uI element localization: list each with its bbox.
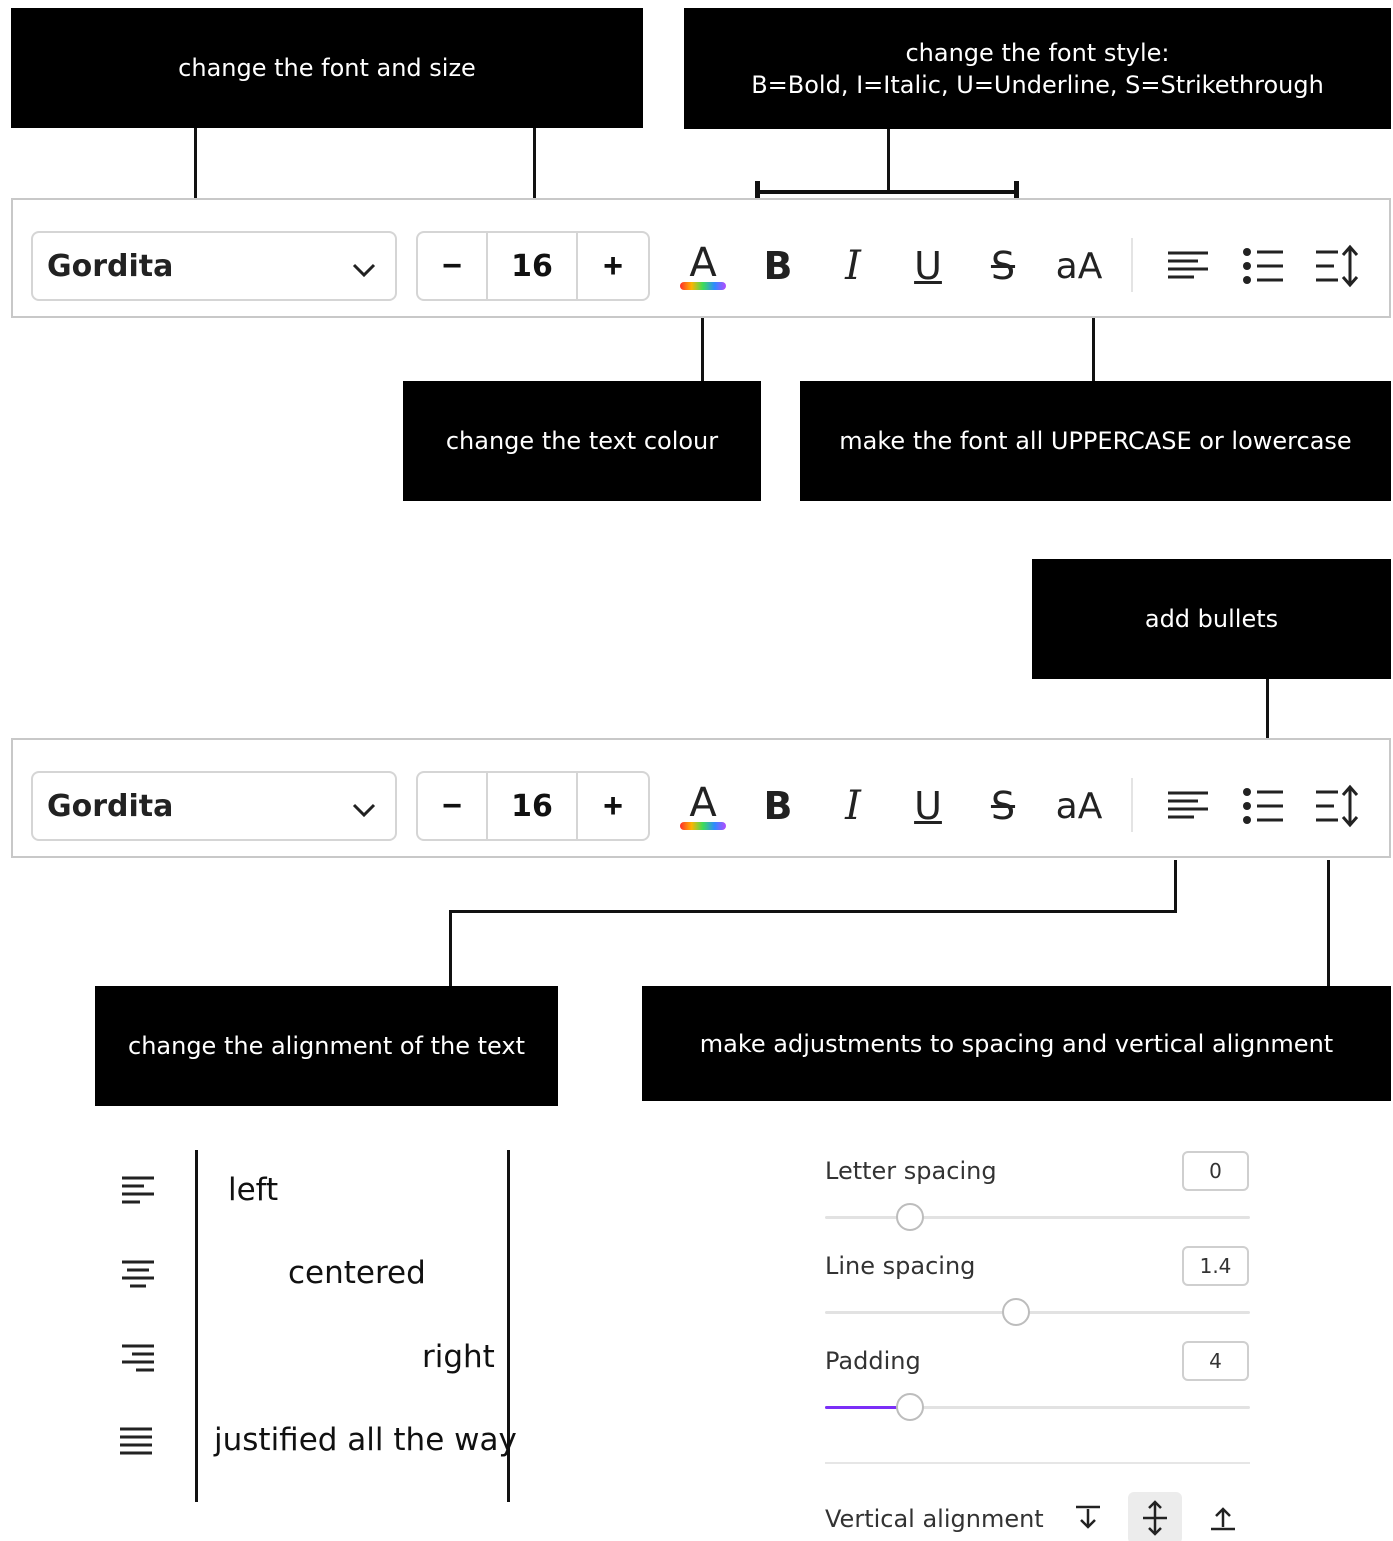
align-left-icon bbox=[118, 1175, 158, 1205]
spacing-icon[interactable] bbox=[1308, 236, 1368, 296]
text-color-icon[interactable]: A bbox=[673, 776, 733, 836]
padding-label: Padding bbox=[825, 1347, 921, 1375]
letter-spacing-label: Letter spacing bbox=[825, 1157, 997, 1185]
italic-icon[interactable]: I bbox=[823, 776, 883, 836]
divider bbox=[1131, 778, 1133, 832]
align-example-right: right bbox=[422, 1339, 495, 1375]
align-center-icon bbox=[118, 1259, 158, 1289]
text-toolbar: Gordita − 16 + A B I U S aA bbox=[11, 198, 1391, 318]
align-top-icon[interactable] bbox=[1061, 1492, 1115, 1541]
align-left-icon[interactable] bbox=[1158, 236, 1218, 296]
connector bbox=[1327, 860, 1330, 986]
chevron-down-icon bbox=[351, 255, 377, 290]
slider-thumb[interactable] bbox=[896, 1393, 924, 1421]
bold-icon[interactable]: B bbox=[748, 776, 808, 836]
bullet-list-icon[interactable] bbox=[1233, 776, 1293, 836]
connector bbox=[701, 318, 704, 381]
strikethrough-icon[interactable]: S bbox=[973, 236, 1033, 296]
align-example-centered: centered bbox=[288, 1255, 426, 1291]
case-icon[interactable]: aA bbox=[1048, 776, 1110, 836]
connector bbox=[533, 128, 536, 198]
svg-text:A: A bbox=[689, 240, 717, 286]
increase-size-button[interactable]: + bbox=[578, 233, 648, 299]
align-justify-icon bbox=[118, 1426, 158, 1456]
letter-spacing-input[interactable]: 0 bbox=[1182, 1151, 1249, 1191]
slider-thumb[interactable] bbox=[1002, 1298, 1031, 1326]
line-spacing-input[interactable]: 1.4 bbox=[1182, 1246, 1249, 1286]
svg-text:A: A bbox=[689, 780, 717, 826]
underline-icon[interactable]: U bbox=[898, 776, 958, 836]
text-color-icon[interactable]: A bbox=[673, 236, 733, 296]
spacing-icon[interactable] bbox=[1308, 776, 1368, 836]
callout-text-colour: change the text colour bbox=[403, 381, 761, 501]
callout-alignment: change the alignment of the text bbox=[95, 986, 558, 1106]
underline-icon[interactable]: U bbox=[898, 236, 958, 296]
connector bbox=[1266, 679, 1269, 739]
italic-icon[interactable]: I bbox=[823, 236, 883, 296]
callout-bullets: add bullets bbox=[1032, 559, 1391, 679]
decrease-size-button[interactable]: − bbox=[418, 233, 488, 299]
connector bbox=[449, 910, 452, 986]
callout-font-style: change the font style: B=Bold, I=Italic,… bbox=[684, 8, 1391, 129]
font-size-stepper: − 16 + bbox=[416, 771, 650, 841]
chevron-down-icon bbox=[351, 795, 377, 830]
case-icon[interactable]: aA bbox=[1048, 236, 1110, 296]
vertical-alignment-label: Vertical alignment bbox=[825, 1505, 1044, 1533]
connector bbox=[1174, 860, 1177, 912]
bracket bbox=[757, 190, 1017, 194]
bullet-list-icon[interactable] bbox=[1233, 236, 1293, 296]
connector bbox=[887, 129, 890, 193]
font-size-stepper: − 16 + bbox=[416, 231, 650, 301]
callout-font-size: change the font and size bbox=[11, 8, 643, 128]
callout-case: make the font all UPPERCASE or lowercase bbox=[800, 381, 1391, 501]
divider bbox=[195, 1150, 198, 1502]
align-example-left: left bbox=[228, 1172, 279, 1208]
callout-spacing: make adjustments to spacing and vertical… bbox=[642, 986, 1391, 1101]
align-left-icon[interactable] bbox=[1158, 776, 1218, 836]
padding-input[interactable]: 4 bbox=[1182, 1341, 1249, 1381]
slider-thumb[interactable] bbox=[896, 1203, 924, 1231]
font-select[interactable]: Gordita bbox=[31, 771, 397, 841]
divider bbox=[1131, 238, 1133, 292]
align-example-justified: justified all the way bbox=[214, 1422, 517, 1458]
strikethrough-icon[interactable]: S bbox=[973, 776, 1033, 836]
font-name: Gordita bbox=[47, 248, 174, 284]
text-toolbar: Gordita − 16 + A B I U S aA bbox=[11, 738, 1391, 858]
font-name: Gordita bbox=[47, 788, 174, 824]
divider bbox=[825, 1462, 1250, 1464]
font-size-input[interactable]: 16 bbox=[488, 773, 578, 839]
decrease-size-button[interactable]: − bbox=[418, 773, 488, 839]
padding-slider[interactable] bbox=[825, 1393, 1250, 1421]
align-bottom-icon[interactable] bbox=[1196, 1492, 1250, 1541]
bold-icon[interactable]: B bbox=[748, 236, 808, 296]
connector bbox=[449, 910, 1177, 913]
align-middle-icon[interactable] bbox=[1128, 1492, 1182, 1541]
connector bbox=[1092, 318, 1095, 381]
font-select[interactable]: Gordita bbox=[31, 231, 397, 301]
align-right-icon bbox=[118, 1343, 158, 1373]
increase-size-button[interactable]: + bbox=[578, 773, 648, 839]
font-size-input[interactable]: 16 bbox=[488, 233, 578, 299]
line-spacing-slider[interactable] bbox=[825, 1298, 1250, 1326]
line-spacing-label: Line spacing bbox=[825, 1252, 976, 1280]
connector bbox=[194, 128, 197, 198]
letter-spacing-slider[interactable] bbox=[825, 1203, 1250, 1231]
